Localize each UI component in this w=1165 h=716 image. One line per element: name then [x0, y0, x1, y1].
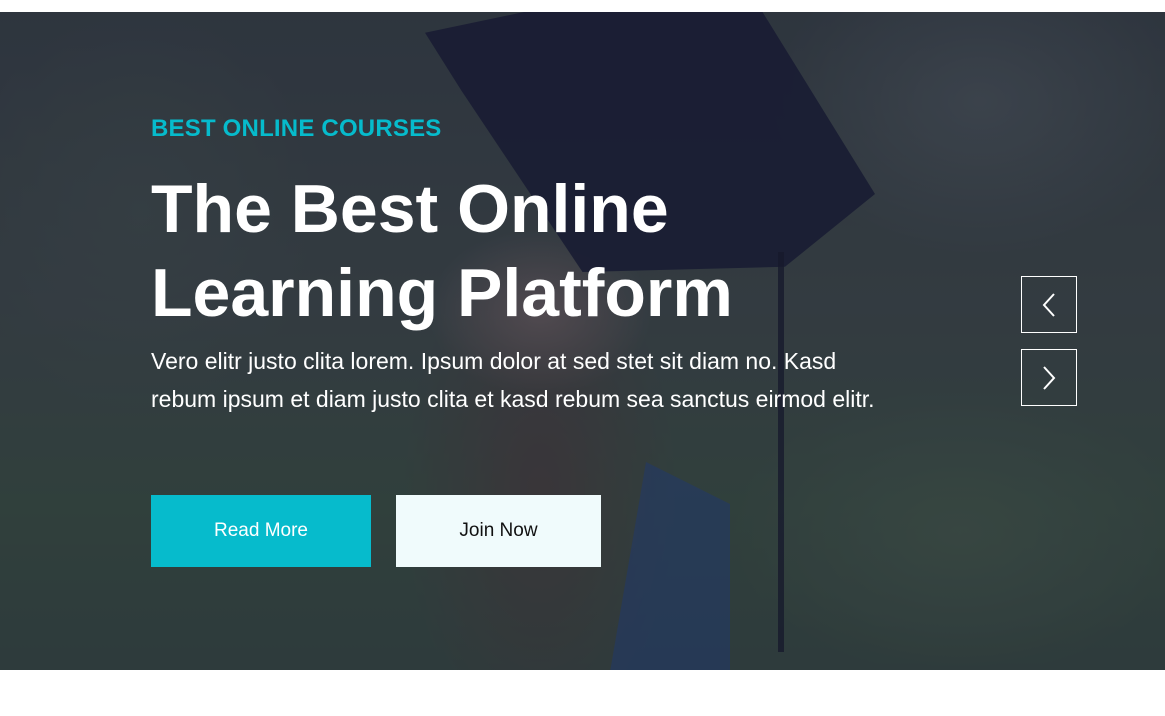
chevron-left-icon — [1042, 292, 1055, 317]
hero-eyebrow: BEST ONLINE COURSES — [151, 115, 442, 142]
join-now-button[interactable]: Join Now — [396, 495, 601, 567]
hero-title: The Best Online Learning Platform — [151, 171, 733, 331]
hero-overlay — [0, 12, 1165, 670]
read-more-button[interactable]: Read More — [151, 495, 371, 567]
hero-carousel: BEST ONLINE COURSES The Best Online Lear… — [0, 12, 1165, 670]
hero-description: Vero elitr justo clita lorem. Ipsum dolo… — [151, 348, 875, 412]
carousel-next-button[interactable] — [1021, 349, 1077, 406]
carousel-prev-button[interactable] — [1021, 276, 1077, 333]
chevron-right-icon — [1043, 365, 1056, 390]
